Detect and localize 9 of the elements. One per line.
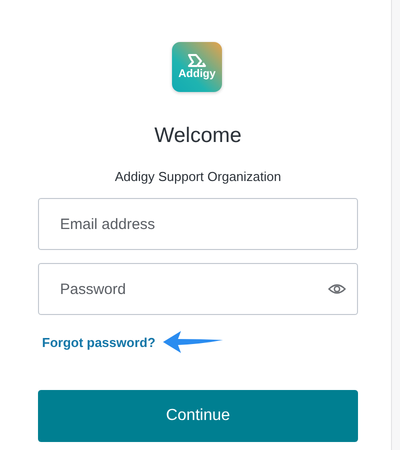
- organization-name: Addigy Support Organization: [114, 169, 282, 185]
- email-field[interactable]: Email address: [38, 198, 358, 250]
- continue-button[interactable]: Continue: [38, 390, 358, 442]
- forgot-password-link[interactable]: Forgot password?: [42, 334, 156, 350]
- logo-mark-icon: [187, 54, 207, 68]
- eye-icon[interactable]: [328, 283, 346, 295]
- welcome-title: Welcome: [153, 124, 243, 148]
- logo-text: Addigy: [178, 68, 216, 80]
- password-field[interactable]: Password: [38, 263, 358, 315]
